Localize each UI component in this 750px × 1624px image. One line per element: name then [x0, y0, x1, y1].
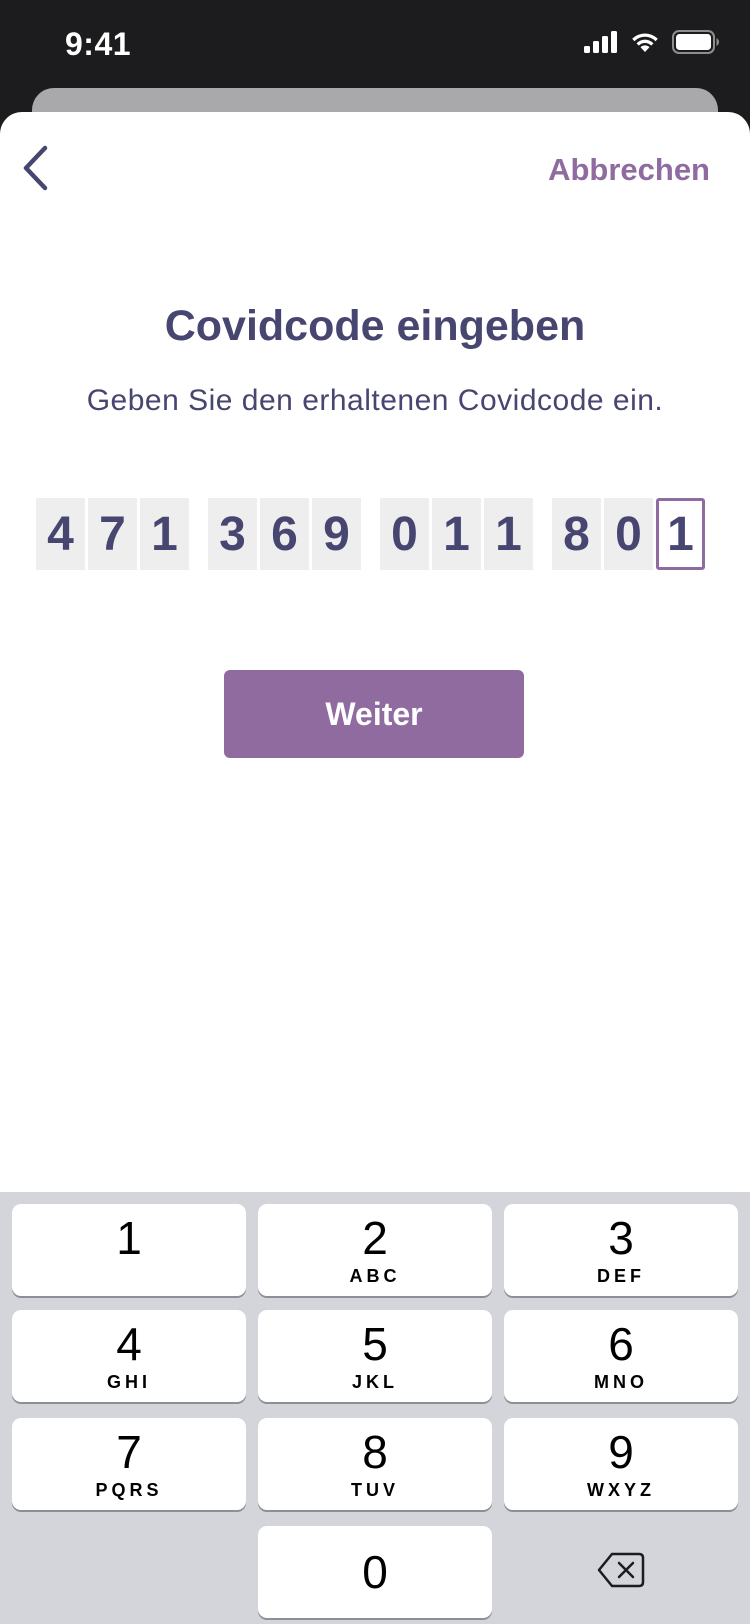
key-digit: 0 [362, 1546, 388, 1598]
key-3[interactable]: 3 DEF [504, 1204, 738, 1296]
key-9[interactable]: 9 WXYZ [504, 1418, 738, 1510]
key-digit: 8 [362, 1426, 388, 1478]
status-icons [584, 30, 720, 59]
code-digit[interactable]: 0 [604, 498, 653, 570]
delete-key[interactable] [504, 1526, 738, 1618]
code-digit[interactable]: 1 [432, 498, 481, 570]
key-digit: 7 [116, 1426, 142, 1478]
continue-button[interactable]: Weiter [224, 670, 524, 758]
code-digit[interactable]: 9 [312, 498, 361, 570]
key-letters: TUV [351, 1480, 399, 1500]
numeric-keyboard: 1 2 ABC 3 DEF 4 GHI 5 JKL 6 MNO 7 PQRS 8… [0, 1192, 750, 1624]
code-group: 0 1 1 [380, 498, 533, 570]
key-letters: ABC [349, 1266, 401, 1286]
code-digit[interactable]: 7 [88, 498, 137, 570]
back-button[interactable] [10, 140, 60, 200]
key-digit: 4 [116, 1318, 142, 1370]
key-digit: 2 [362, 1212, 388, 1264]
code-digit[interactable]: 1 [140, 498, 189, 570]
code-digit[interactable]: 6 [260, 498, 309, 570]
key-digit: 1 [116, 1212, 142, 1264]
code-group: 8 0 1 [552, 498, 705, 570]
status-bar: 9:41 [0, 0, 750, 95]
code-digit-active[interactable]: 1 [656, 498, 705, 570]
key-letters: MNO [594, 1372, 648, 1392]
code-group: 4 7 1 [36, 498, 189, 570]
key-digit: 5 [362, 1318, 388, 1370]
key-letters: DEF [597, 1266, 645, 1286]
key-8[interactable]: 8 TUV [258, 1418, 492, 1510]
code-digit[interactable]: 0 [380, 498, 429, 570]
key-1[interactable]: 1 [12, 1204, 246, 1296]
status-time: 9:41 [65, 26, 132, 62]
key-letters: JKL [351, 1372, 398, 1392]
key-0[interactable]: 0 [258, 1526, 492, 1618]
battery-icon [672, 30, 720, 59]
code-input[interactable]: 4 7 1 3 6 9 0 1 1 8 0 1 [36, 498, 705, 570]
page-title: Covidcode eingeben [164, 302, 586, 350]
modal-sheet: Abbrechen Covidcode eingeben Geben Sie d… [0, 112, 750, 1192]
code-digit[interactable]: 1 [484, 498, 533, 570]
page-subtitle: Geben Sie den erhaltenen Covidcode ein. [86, 384, 664, 417]
cancel-button[interactable]: Abbrechen [548, 152, 710, 188]
chevron-left-icon [21, 145, 49, 196]
key-digit: 9 [608, 1426, 634, 1478]
key-letters: PQRS [95, 1480, 163, 1500]
backspace-icon [597, 1552, 645, 1593]
key-digit: 6 [608, 1318, 634, 1370]
code-digit[interactable]: 3 [208, 498, 257, 570]
key-2[interactable]: 2 ABC [258, 1204, 492, 1296]
key-7[interactable]: 7 PQRS [12, 1418, 246, 1510]
code-digit[interactable]: 4 [36, 498, 85, 570]
key-4[interactable]: 4 GHI [12, 1310, 246, 1402]
wifi-icon [630, 31, 660, 58]
cellular-signal-icon [584, 31, 618, 58]
key-letters: WXYZ [587, 1480, 655, 1500]
key-6[interactable]: 6 MNO [504, 1310, 738, 1402]
key-digit: 3 [608, 1212, 634, 1264]
code-digit[interactable]: 8 [552, 498, 601, 570]
code-group: 3 6 9 [208, 498, 361, 570]
key-5[interactable]: 5 JKL [258, 1310, 492, 1402]
key-letters: GHI [106, 1372, 151, 1392]
